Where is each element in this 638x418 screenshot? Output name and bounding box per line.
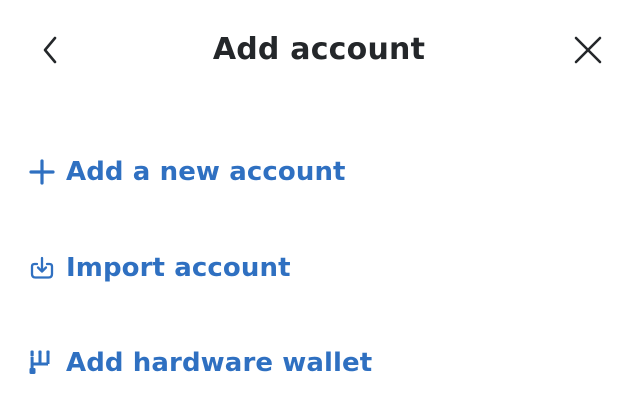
import-icon [28,254,56,282]
add-new-account-option[interactable]: Add a new account [28,150,346,194]
page-title: Add account [212,32,426,67]
add-new-account-label: Add a new account [66,157,346,187]
add-hardware-wallet-label: Add hardware wallet [66,348,373,378]
close-button[interactable] [570,31,606,69]
hardware-wallet-icon [28,349,56,377]
add-account-screen: Add account Add a new account Import acc… [0,0,638,418]
close-icon [574,36,602,64]
import-account-option[interactable]: Import account [28,246,291,290]
add-hardware-wallet-option[interactable]: Add hardware wallet [28,341,372,385]
import-account-label: Import account [66,253,291,283]
plus-icon [28,158,56,186]
header: Add account [0,0,638,100]
